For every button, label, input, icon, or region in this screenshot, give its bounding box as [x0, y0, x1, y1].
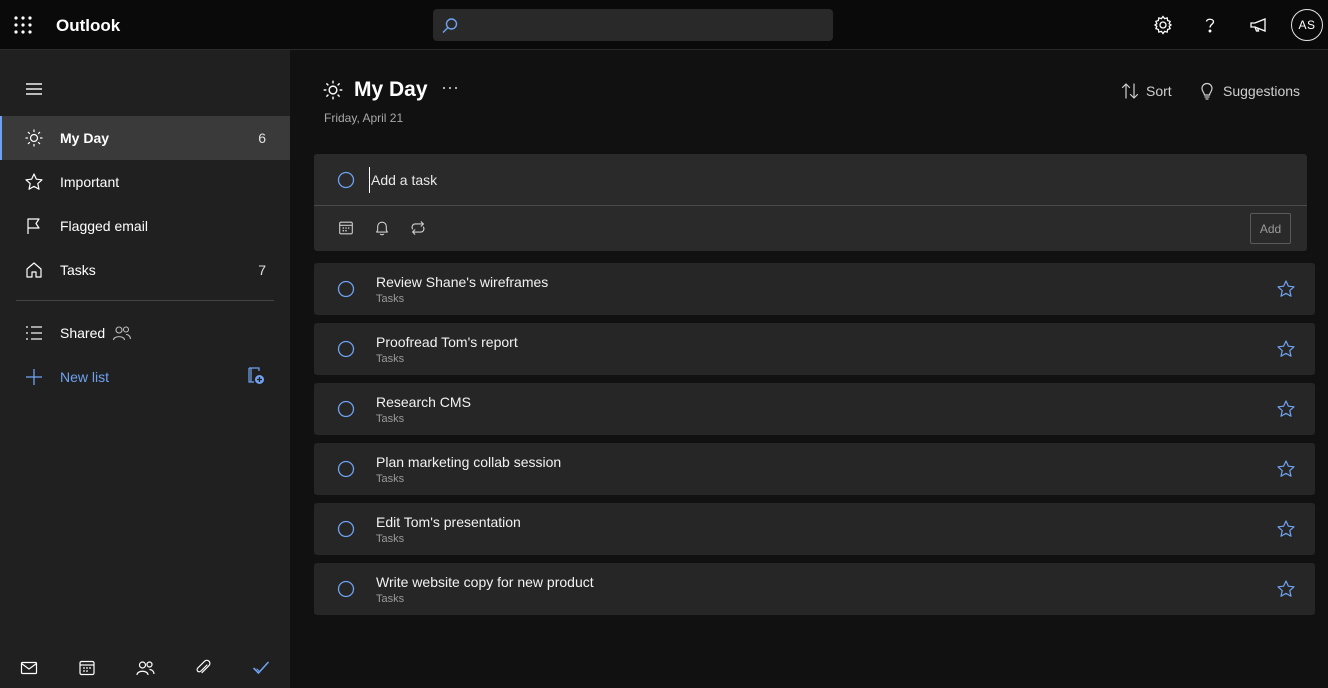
more-options-icon[interactable] — [440, 78, 460, 98]
sun-icon — [322, 79, 344, 101]
suggestions-button[interactable]: Suggestions — [1197, 81, 1300, 101]
new-list-label: New list — [60, 369, 110, 385]
app-title[interactable]: Outlook — [56, 16, 120, 36]
star-icon[interactable] — [1276, 399, 1296, 419]
help-icon[interactable] — [1199, 14, 1221, 36]
search-input[interactable] — [467, 9, 827, 41]
main-content: My Day Friday, April 21 Sort Suggestions — [290, 50, 1328, 688]
add-task-row — [314, 154, 1307, 206]
top-bar: Outlook AS — [0, 0, 1328, 50]
hamburger-menu-icon[interactable] — [24, 81, 44, 97]
task-list-name: Tasks — [376, 473, 405, 485]
suggestions-label: Suggestions — [1223, 83, 1301, 99]
plus-icon — [24, 367, 44, 387]
sidebar-item-tasks[interactable]: Tasks 7 — [0, 248, 290, 292]
app-launcher-icon[interactable] — [14, 16, 32, 34]
search-icon — [441, 17, 459, 35]
sidebar-item-shared[interactable]: Shared — [0, 311, 290, 355]
sidebar-item-label: My Day — [60, 130, 110, 146]
complete-circle-icon[interactable] — [336, 399, 356, 419]
task-title: Write website copy for new product — [376, 574, 594, 590]
feedback-megaphone-icon[interactable] — [1248, 14, 1270, 36]
star-icon[interactable] — [1276, 459, 1296, 479]
add-task-box: Add — [314, 154, 1307, 251]
complete-circle-icon[interactable] — [336, 459, 356, 479]
new-group-icon[interactable] — [246, 366, 266, 386]
due-date-calendar-icon[interactable] — [337, 219, 355, 237]
list-icon — [24, 323, 44, 343]
page-date: Friday, April 21 — [324, 111, 404, 125]
search-box[interactable] — [433, 9, 833, 41]
add-task-button[interactable]: Add — [1250, 213, 1291, 244]
attachment-icon[interactable] — [193, 658, 213, 678]
sidebar: My Day 6 Important Flagged email Tasks 7 — [0, 50, 290, 688]
star-icon[interactable] — [1276, 339, 1296, 359]
page-title: My Day — [354, 78, 428, 101]
star-icon[interactable] — [1276, 519, 1296, 539]
sidebar-item-flagged-email[interactable]: Flagged email — [0, 204, 290, 248]
task-title: Review Shane's wireframes — [376, 274, 549, 290]
task-list-name: Tasks — [376, 533, 405, 545]
task-item[interactable]: Proofread Tom's report Tasks — [314, 323, 1315, 375]
lightbulb-icon — [1197, 81, 1217, 101]
task-list-name: Tasks — [376, 293, 405, 305]
task-title: Research CMS — [376, 394, 471, 410]
sidebar-item-count: 7 — [258, 262, 266, 278]
complete-circle-icon[interactable] — [336, 579, 356, 599]
app-switcher-bar — [0, 652, 290, 688]
settings-gear-icon[interactable] — [1152, 14, 1174, 36]
task-title: Plan marketing collab session — [376, 454, 562, 470]
user-avatar[interactable]: AS — [1291, 9, 1323, 41]
sort-button[interactable]: Sort — [1120, 81, 1172, 101]
sort-arrows-icon — [1120, 81, 1140, 101]
people-icon[interactable] — [135, 658, 155, 678]
complete-circle-icon[interactable] — [336, 519, 356, 539]
task-item[interactable]: Research CMS Tasks — [314, 383, 1315, 435]
calendar-icon[interactable] — [77, 658, 97, 678]
task-title: Edit Tom's presentation — [376, 514, 521, 530]
complete-circle-icon[interactable] — [336, 279, 356, 299]
add-task-input[interactable] — [369, 167, 1269, 193]
sidebar-item-label: Tasks — [60, 262, 96, 278]
star-icon[interactable] — [1276, 279, 1296, 299]
sort-label: Sort — [1146, 83, 1172, 99]
star-icon[interactable] — [1276, 579, 1296, 599]
task-list-name: Tasks — [376, 593, 405, 605]
task-list-name: Tasks — [376, 413, 405, 425]
sidebar-item-label: Flagged email — [60, 218, 148, 234]
task-list-name: Tasks — [376, 353, 405, 365]
sidebar-item-important[interactable]: Important — [0, 160, 290, 204]
task-item[interactable]: Write website copy for new product Tasks — [314, 563, 1315, 615]
star-icon — [24, 172, 44, 192]
circle-icon — [336, 170, 356, 190]
task-item[interactable]: Review Shane's wireframes Tasks — [314, 263, 1315, 315]
sidebar-item-my-day[interactable]: My Day 6 — [0, 116, 290, 160]
task-item[interactable]: Edit Tom's presentation Tasks — [314, 503, 1315, 555]
reminder-bell-icon[interactable] — [373, 219, 391, 237]
sidebar-item-label: Important — [60, 174, 120, 190]
home-icon — [24, 260, 44, 280]
sidebar-item-count: 6 — [258, 130, 266, 146]
sidebar-divider — [16, 300, 274, 301]
todo-check-icon[interactable] — [251, 658, 271, 678]
mail-icon[interactable] — [19, 658, 39, 678]
task-title: Proofread Tom's report — [376, 334, 518, 350]
repeat-icon[interactable] — [409, 219, 427, 237]
shared-people-icon — [112, 324, 132, 342]
sidebar-item-label: Shared — [60, 325, 106, 341]
task-item[interactable]: Plan marketing collab session Tasks — [314, 443, 1315, 495]
complete-circle-icon[interactable] — [336, 339, 356, 359]
sun-icon — [24, 128, 44, 148]
flag-icon — [24, 216, 44, 236]
